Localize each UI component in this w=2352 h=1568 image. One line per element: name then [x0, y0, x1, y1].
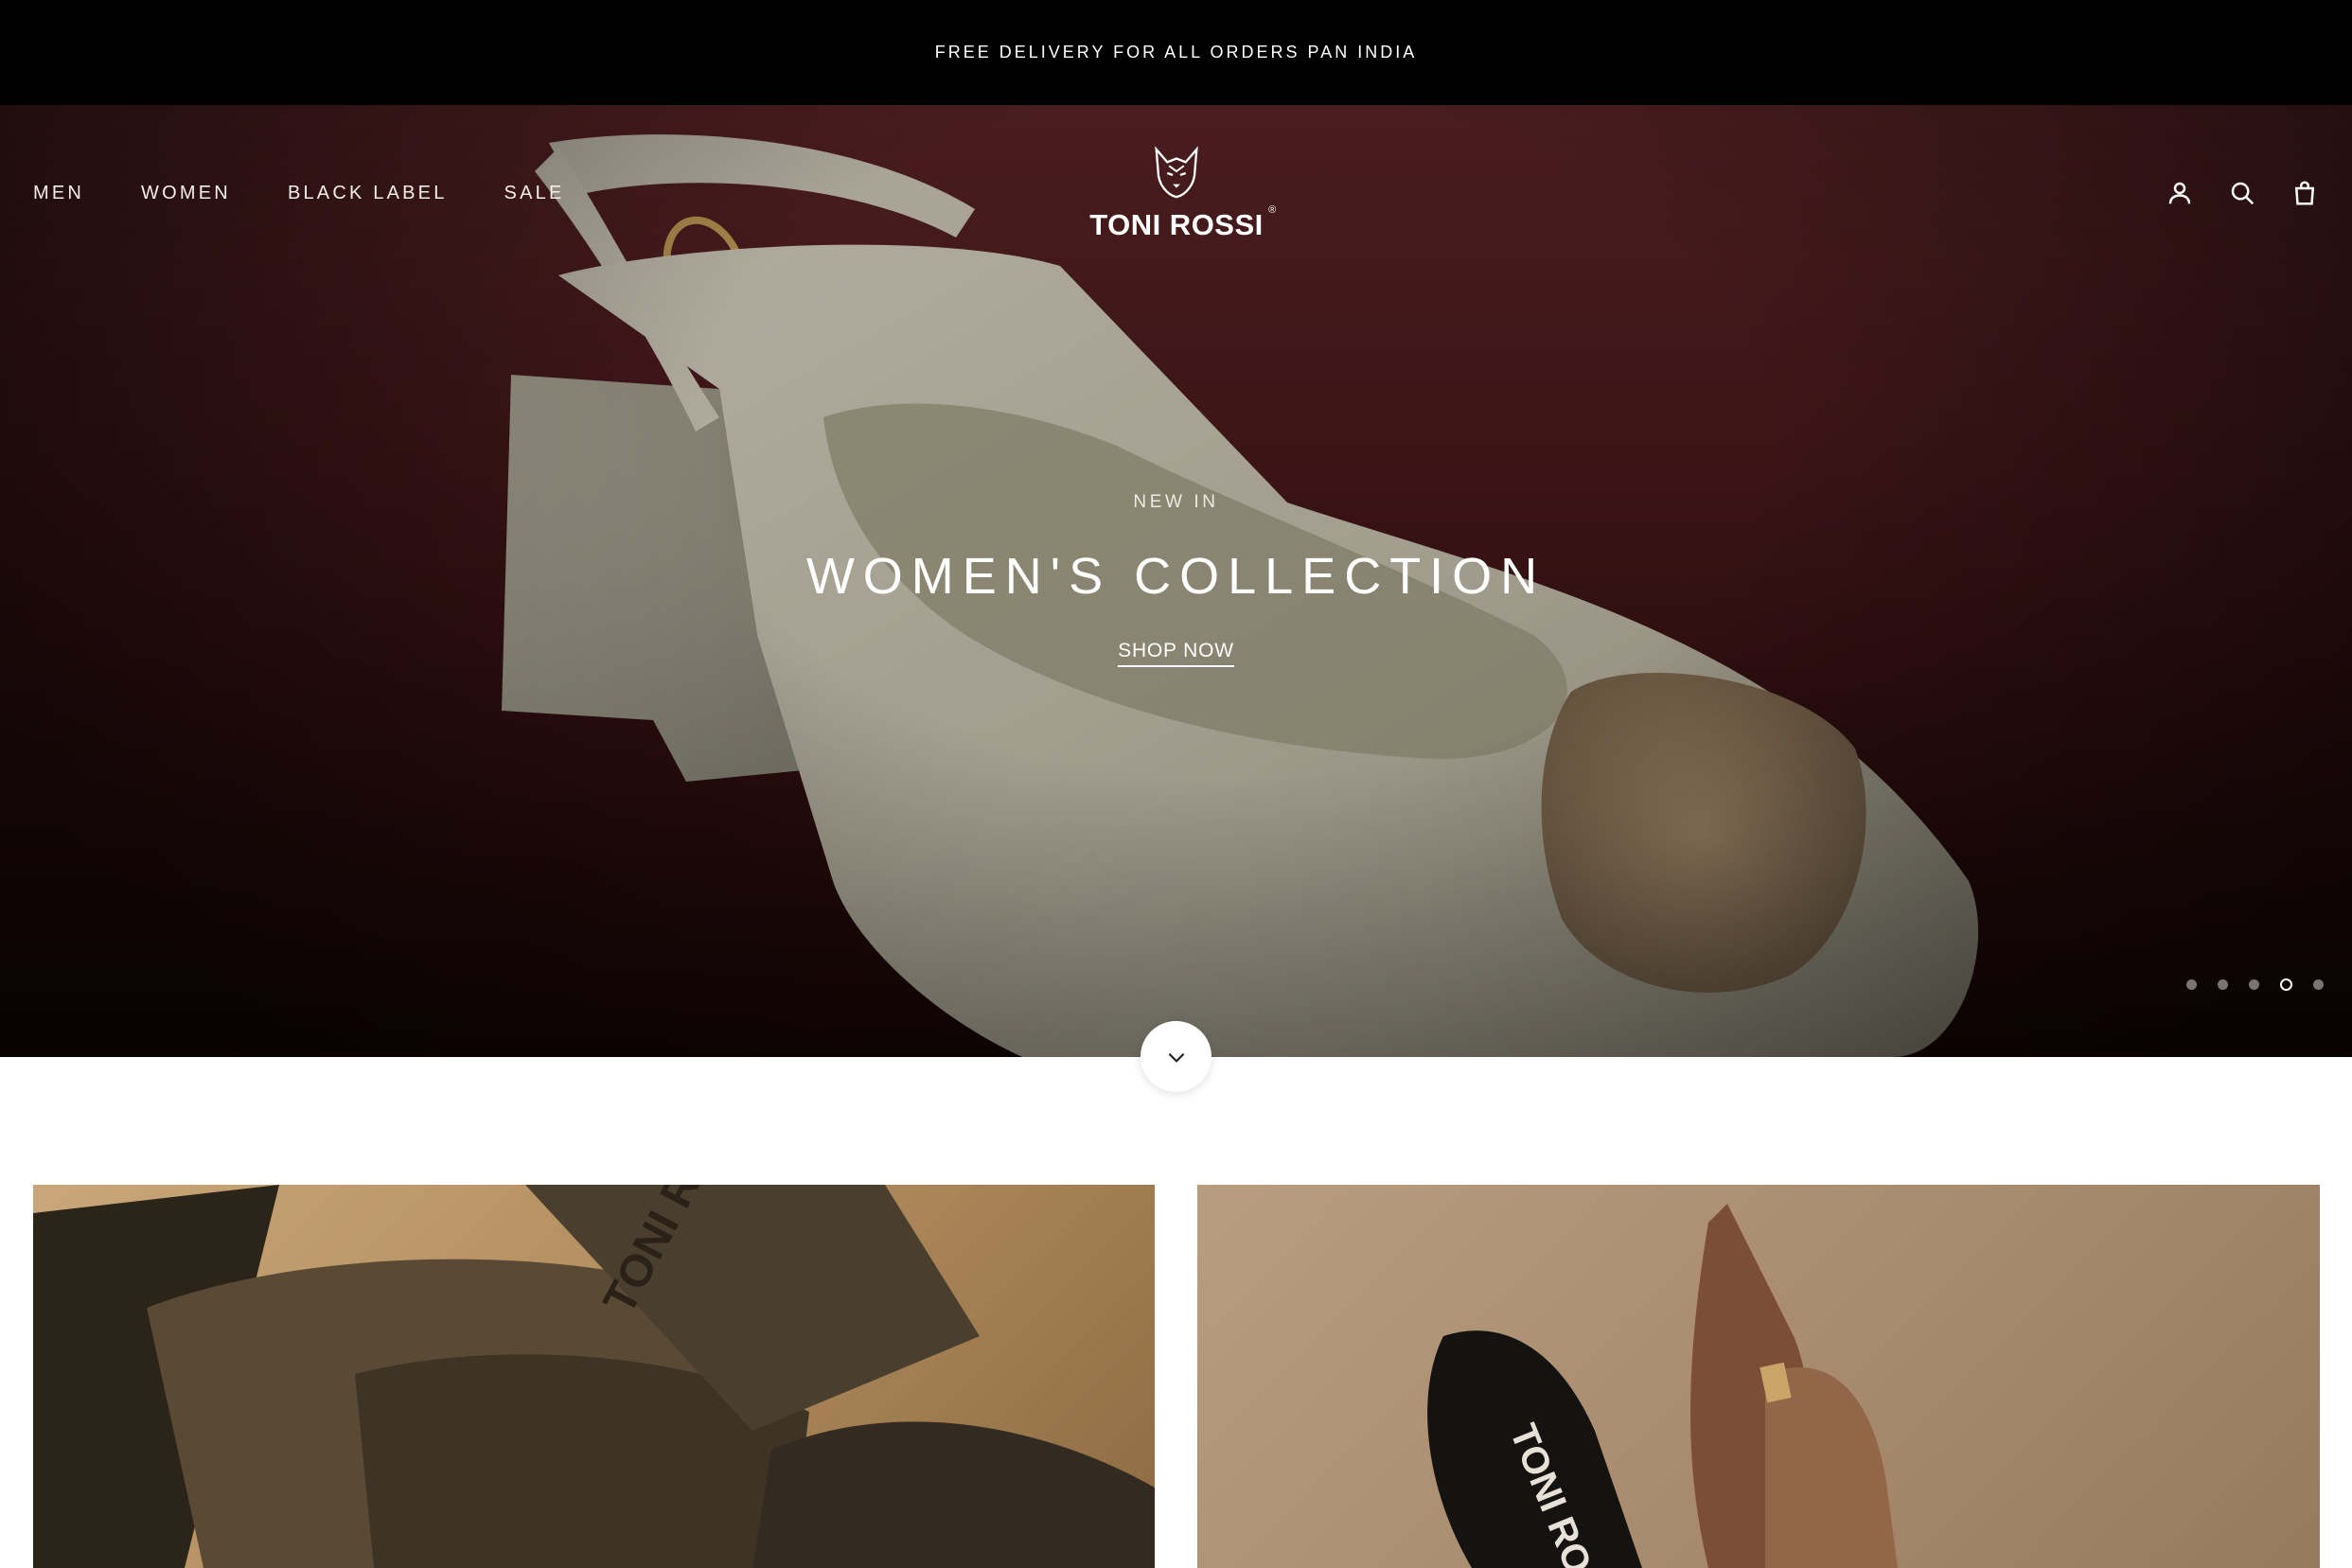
announcement-bar: FREE DELIVERY FOR ALL ORDERS PAN INDIA: [0, 0, 2352, 105]
slide-dot-3[interactable]: [2249, 979, 2259, 990]
slide-dot-1[interactable]: [2186, 979, 2197, 990]
cart-icon[interactable]: [2290, 178, 2320, 208]
slideshow-pagination: [2186, 978, 2324, 991]
registered-mark: ®: [1268, 204, 1277, 216]
collection-tile-heels[interactable]: TONI ROSSI: [1197, 1185, 2320, 1568]
chevron-down-icon: [1168, 1052, 1184, 1063]
collection-tile-sandals[interactable]: TONI ROSSI: [33, 1185, 1155, 1568]
nav-item-black-label[interactable]: BLACK LABEL: [288, 183, 448, 204]
nav-item-sale[interactable]: SALE: [504, 183, 565, 204]
account-icon[interactable]: [2165, 178, 2195, 208]
wolf-logo-icon: [1155, 146, 1198, 199]
brand-wordmark: TONI ROSSI: [1089, 208, 1264, 241]
hero-headline: WOMEN'S COLLECTION: [805, 548, 1547, 605]
header-actions: [2165, 178, 2320, 208]
announcement-text: FREE DELIVERY FOR ALL ORDERS PAN INDIA: [934, 43, 1418, 62]
slide-dot-2[interactable]: [2218, 979, 2228, 990]
sandals-image: TONI ROSSI: [33, 1185, 1155, 1568]
brand-logo[interactable]: TONI ROSSI ®: [1087, 144, 1276, 248]
search-icon[interactable]: [2227, 178, 2257, 208]
hero-content: NEW IN WOMEN'S COLLECTION SHOP NOW: [0, 492, 2352, 667]
hero-eyebrow: NEW IN: [1133, 492, 1219, 512]
nav-item-women[interactable]: WOMEN: [141, 183, 231, 204]
heels-image: TONI ROSSI: [1427, 1204, 1898, 1568]
shop-now-link[interactable]: SHOP NOW: [1118, 640, 1234, 667]
slide-dot-5[interactable]: [2313, 979, 2324, 990]
primary-nav: MEN WOMEN BLACK LABEL SALE: [33, 182, 622, 204]
scroll-down-button[interactable]: [1141, 1021, 1211, 1092]
slide-dot-4[interactable]: [2280, 978, 2292, 991]
nav-item-men[interactable]: MEN: [33, 183, 84, 204]
